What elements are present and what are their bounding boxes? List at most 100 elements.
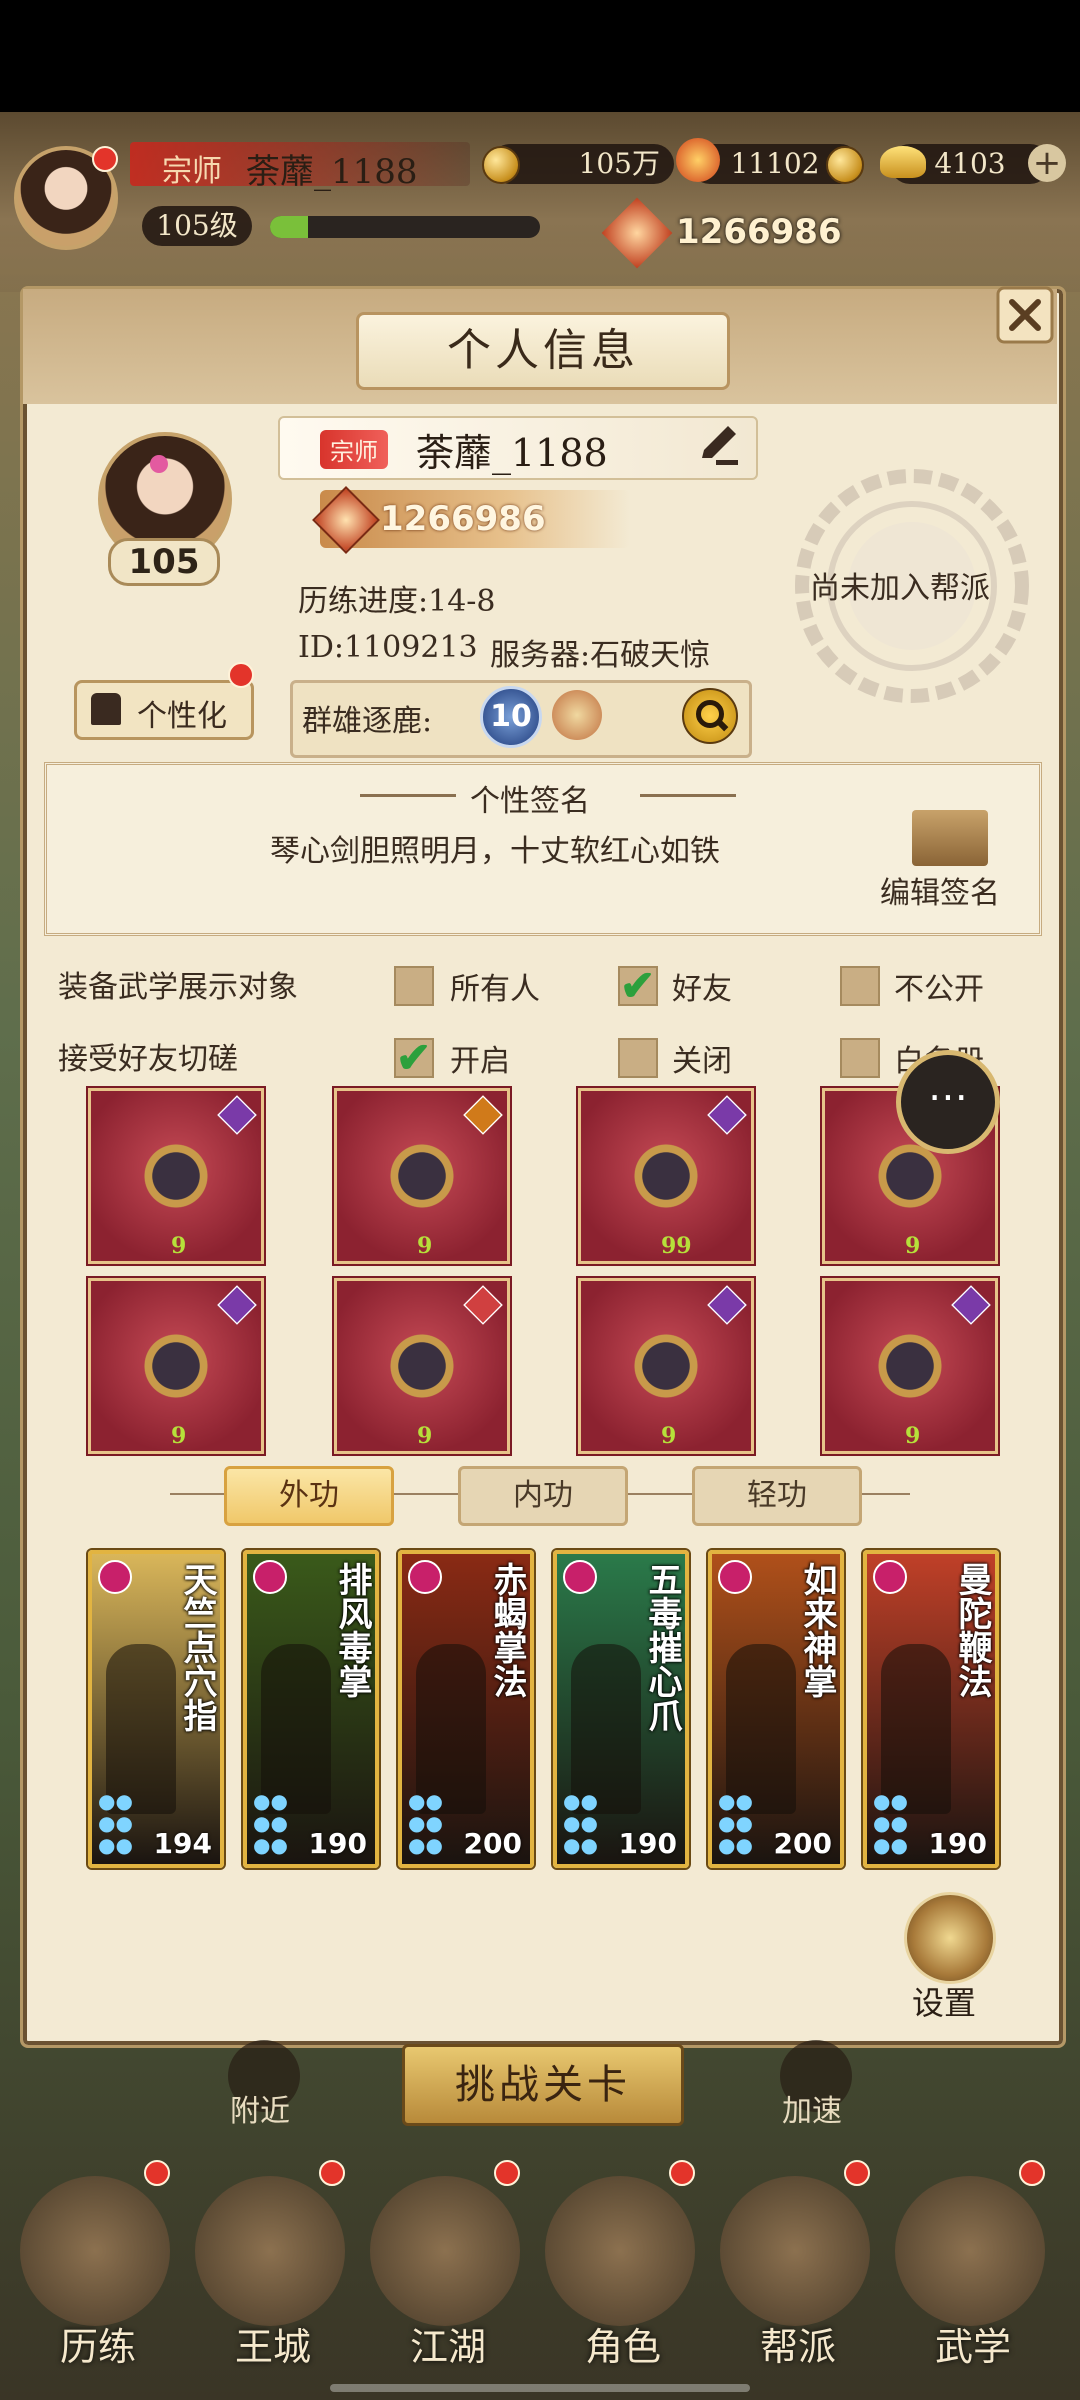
skill-card[interactable]: 排风毒掌 ●● ●● ●● 190: [243, 1550, 379, 1868]
nav-character-icon[interactable]: [545, 2176, 695, 2326]
exp-bar: [270, 216, 540, 238]
skill-name: 排风毒掌: [332, 1562, 372, 1698]
skill-type-icon: [563, 1560, 597, 1594]
nav-martial-icon[interactable]: [895, 2176, 1045, 2326]
equip-visibility-label: 装备武学展示对象: [58, 970, 298, 1005]
edit-signature-button[interactable]: 编辑签名: [880, 868, 1000, 912]
coin-icon: [482, 146, 520, 184]
hud-level-pill: 105级: [142, 206, 252, 246]
skill-star-icons: ●● ●● ●●: [98, 1789, 133, 1857]
nearby-label[interactable]: 附近: [230, 2086, 290, 2130]
equipment-level: 9: [905, 1233, 921, 1259]
signature-divider-right: [640, 794, 736, 797]
equip-all-label: 所有人: [450, 972, 540, 1007]
server-text: 服务器:石破天惊: [490, 638, 711, 673]
nav-city-label[interactable]: 王城: [235, 2316, 311, 2371]
check-icon: ✔: [396, 1033, 432, 1082]
profile-level: 105: [128, 542, 200, 582]
settings-gear-icon[interactable]: [904, 1892, 996, 1984]
home-indicator: [330, 2384, 750, 2392]
tab-lightness-label: 轻功: [747, 1478, 807, 1513]
check-icon: ✔: [620, 961, 656, 1010]
nav-jianghu-label[interactable]: 江湖: [410, 2316, 486, 2371]
equipment-level: 9: [905, 1423, 921, 1449]
nav-notification-dot: [669, 2160, 695, 2186]
equipment-slot-ring[interactable]: 9: [822, 1278, 998, 1454]
ingot-amount: 4103: [934, 147, 1006, 180]
equipment-level: 9: [417, 1423, 433, 1449]
nav-notification-dot: [844, 2160, 870, 2186]
equip-private-checkbox[interactable]: [840, 966, 880, 1006]
nav-city-icon[interactable]: [195, 2176, 345, 2326]
nav-guild-icon[interactable]: [720, 2176, 870, 2326]
equipment-level: 9: [417, 1233, 433, 1259]
equipment-slot-gauntlet[interactable]: 9: [88, 1088, 264, 1264]
tab-inner-skill[interactable]: 内功: [458, 1466, 628, 1526]
panel-title: 个人信息: [356, 312, 730, 390]
search-icon[interactable]: [682, 688, 738, 744]
skill-card[interactable]: 曼陀鞭法 ●● ●● ●● 190: [863, 1550, 999, 1868]
nav-jianghu-icon[interactable]: [370, 2176, 520, 2326]
spar-off-checkbox[interactable]: [618, 1038, 658, 1078]
skill-card[interactable]: 天竺点穴指 ●● ●● ●● 194: [88, 1550, 224, 1868]
skill-name: 五毒摧心爪: [642, 1562, 682, 1732]
spar-whitelist-checkbox[interactable]: [840, 1038, 880, 1078]
hud-title-badge: 宗师: [162, 154, 222, 189]
equipment-slot-robe[interactable]: 9: [334, 1088, 510, 1264]
equip-private-label: 不公开: [894, 972, 984, 1007]
gauntlet-icon: [121, 1121, 231, 1231]
close-icon[interactable]: [996, 286, 1054, 344]
settings-label[interactable]: 设置: [912, 1978, 976, 2024]
skill-card[interactable]: 如来神掌 ●● ●● ●● 200: [708, 1550, 844, 1868]
speedup-label[interactable]: 加速: [782, 2086, 842, 2130]
hud-level: 105级: [156, 209, 238, 242]
signature-divider-left: [360, 794, 456, 797]
chat-bubble-icon[interactable]: ⋯: [896, 1050, 1000, 1154]
spar-on-checkbox[interactable]: ✔: [394, 1037, 434, 1079]
nav-training-label[interactable]: 历练: [60, 2316, 136, 2371]
skill-level: 190: [308, 1827, 367, 1860]
equipment-slot-belt[interactable]: 99: [578, 1088, 754, 1264]
tab-outer-skill[interactable]: 外功: [224, 1466, 394, 1526]
robe-icon: [367, 1121, 477, 1231]
equip-friends-checkbox[interactable]: ✔: [618, 965, 658, 1007]
progress-text: 历练进度:14-8: [298, 584, 496, 619]
personalize-button[interactable]: 个性化: [74, 680, 254, 740]
equipment-slot-bracelet[interactable]: 9: [578, 1278, 754, 1454]
edit-name-icon[interactable]: [694, 420, 744, 470]
equipment-level: 99: [661, 1233, 692, 1259]
nav-character-label[interactable]: 角色: [585, 2316, 661, 2371]
skill-type-icon: [408, 1560, 442, 1594]
nav-notification-dot: [319, 2160, 345, 2186]
equipment-slot-hairpin[interactable]: 9: [334, 1278, 510, 1454]
skill-star-icons: ●● ●● ●●: [408, 1789, 443, 1857]
arena-label: 群雄逐鹿:: [302, 704, 433, 739]
add-ingot-icon[interactable]: +: [1028, 144, 1066, 182]
arena-emblem-icon: [552, 690, 602, 740]
scroll-icon[interactable]: [912, 810, 988, 866]
skill-star-icons: ●● ●● ●●: [718, 1789, 753, 1857]
hud-power: 1266986: [676, 212, 842, 252]
top-hud: [0, 112, 1080, 292]
equipment-slot-necklace[interactable]: 9: [88, 1278, 264, 1454]
stamina-add-icon[interactable]: [826, 146, 864, 184]
skill-name: 如来神掌: [797, 1562, 837, 1698]
signature-text: 琴心剑胆照明月，十丈软红心如铁: [270, 834, 720, 869]
tab-outer-label: 外功: [279, 1478, 339, 1513]
robe-icon: [91, 693, 121, 725]
skill-name: 曼陀鞭法: [952, 1562, 992, 1698]
hud-player-name: 荼蘼_1188: [246, 152, 418, 192]
tab-lightness-skill[interactable]: 轻功: [692, 1466, 862, 1526]
skill-star-icons: ●● ●● ●●: [253, 1789, 288, 1857]
signature-title: 个性签名: [470, 784, 590, 819]
skill-card[interactable]: 赤蝎掌法 ●● ●● ●● 200: [398, 1550, 534, 1868]
skill-name: 天竺点穴指: [177, 1562, 217, 1732]
skill-card[interactable]: 五毒摧心爪 ●● ●● ●● 190: [553, 1550, 689, 1868]
challenge-button[interactable]: 挑战关卡: [402, 2044, 684, 2126]
personalize-dot: [228, 662, 254, 688]
nav-guild-label[interactable]: 帮派: [760, 2316, 836, 2371]
equip-all-checkbox[interactable]: [394, 966, 434, 1006]
profile-name: 荼蘼_1188: [416, 431, 608, 475]
nav-martial-label[interactable]: 武学: [935, 2316, 1011, 2371]
nav-training-icon[interactable]: [20, 2176, 170, 2326]
